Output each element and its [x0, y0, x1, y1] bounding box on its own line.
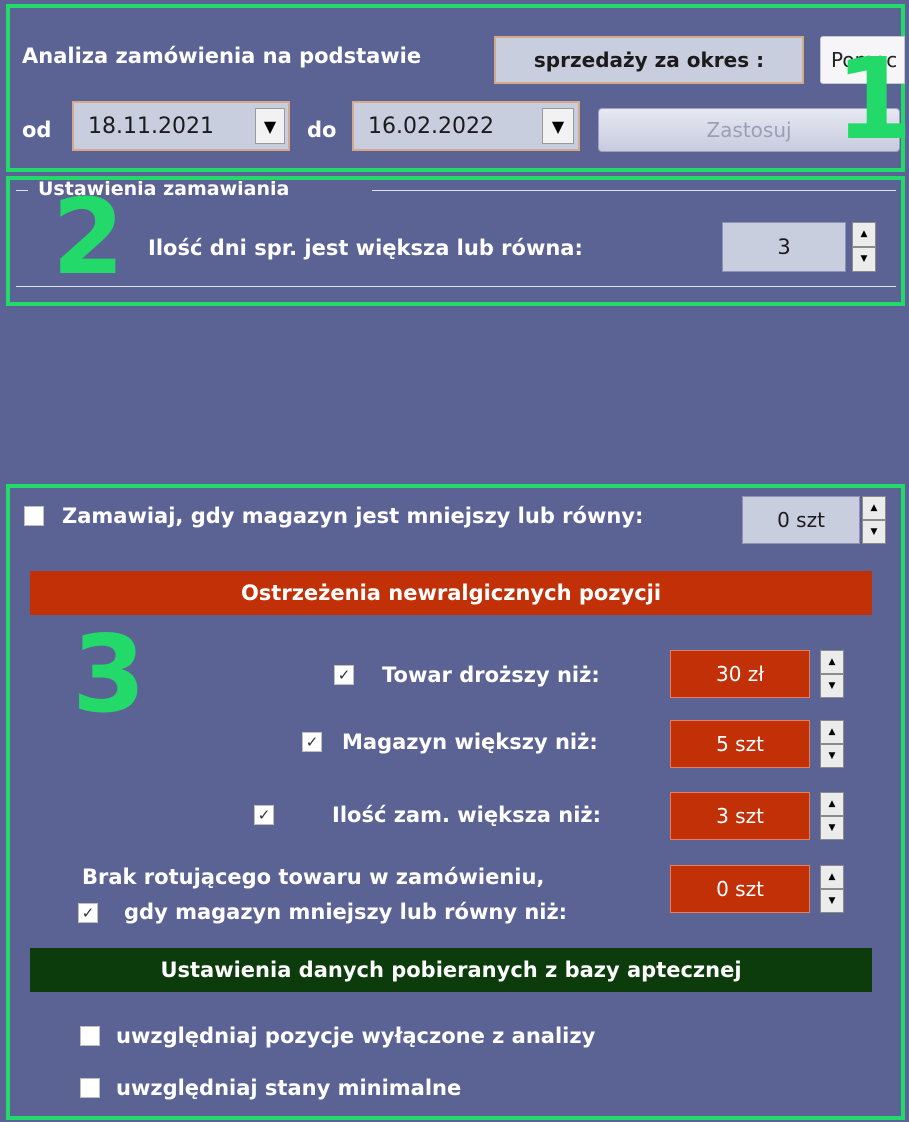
warning-stock-spinner[interactable]: ▲ ▼ [820, 720, 844, 768]
from-date-dropdown-icon[interactable]: ▼ [255, 108, 285, 144]
to-date-dropdown-icon[interactable]: ▼ [542, 108, 574, 144]
warning-order-qty-checkbox[interactable]: ✓ [254, 805, 274, 825]
warning-no-rotation-spin-down-icon[interactable]: ▼ [820, 889, 844, 913]
order-when-checkbox[interactable] [24, 506, 44, 526]
warning-price-spin-up-icon[interactable]: ▲ [820, 650, 844, 674]
days-label: Ilość dni spr. jest większa lub równa: [148, 236, 583, 260]
warning-stock-spin-up-icon[interactable]: ▲ [820, 720, 844, 744]
warning-no-rotation-label-line1: Brak rotującego towaru w zamówieniu, [82, 865, 545, 889]
warning-no-rotation-spinner[interactable]: ▲ ▼ [820, 865, 844, 913]
order-when-spin-down-icon[interactable]: ▼ [862, 520, 886, 544]
days-spinner[interactable]: ▲ ▼ [852, 222, 876, 272]
group-border-top-right [372, 190, 896, 191]
order-when-value: 0 szt [777, 508, 825, 532]
db-settings-header-label: Ustawienia danych pobieranych z bazy apt… [160, 958, 742, 982]
to-label: do [307, 118, 337, 142]
warning-price-spin-down-icon[interactable]: ▼ [820, 674, 844, 698]
period-label: sprzedaży za okres : [533, 48, 765, 72]
warnings-header-label: Ostrzeżenia newralgicznych pozycji [240, 581, 662, 605]
from-date-value: 18.11.2021 [88, 113, 214, 139]
group-border-bottom [16, 286, 896, 287]
section-3-number: 3 [72, 613, 146, 736]
warning-no-rotation-field[interactable]: 0 szt [670, 865, 810, 913]
warning-order-qty-label: Ilość zam. większa niż: [332, 803, 602, 827]
analysis-label: Analiza zamówienia na podstawie [22, 44, 422, 68]
warning-stock-checkbox[interactable]: ✓ [302, 732, 322, 752]
warning-order-qty-field[interactable]: 3 szt [670, 792, 810, 840]
warning-stock-value: 5 szt [716, 732, 764, 756]
db-option-excluded-label: uwzględniaj pozycje wyłączone z analizy [116, 1024, 596, 1048]
warning-order-qty-spin-down-icon[interactable]: ▼ [820, 816, 844, 840]
warning-no-rotation-checkbox[interactable]: ✓ [78, 903, 98, 923]
db-option-minimal-stock-checkbox[interactable] [80, 1078, 100, 1098]
order-when-spin-up-icon[interactable]: ▲ [862, 496, 886, 520]
apply-button-label: Zastosuj [706, 118, 792, 142]
warning-price-label: Towar droższy niż: [382, 663, 600, 687]
order-when-label: Zamawiaj, gdy magazyn jest mniejszy lub … [62, 504, 644, 528]
days-value: 3 [777, 235, 791, 259]
days-spin-up-icon[interactable]: ▲ [852, 222, 876, 247]
days-field[interactable]: 3 [722, 222, 846, 272]
warning-price-checkbox[interactable]: ✓ [334, 665, 354, 685]
section-1-number: 1 [835, 35, 909, 165]
warning-order-qty-spin-up-icon[interactable]: ▲ [820, 792, 844, 816]
warning-stock-field[interactable]: 5 szt [670, 720, 810, 768]
db-option-minimal-stock-label: uwzględniaj stany minimalne [116, 1076, 462, 1100]
warning-no-rotation-label-line2: gdy magazyn mniejszy lub równy niż: [124, 900, 568, 924]
warning-order-qty-spinner[interactable]: ▲ ▼ [820, 792, 844, 840]
db-option-excluded-checkbox[interactable] [80, 1026, 100, 1046]
warning-order-qty-value: 3 szt [716, 804, 764, 828]
warning-price-field[interactable]: 30 zł [670, 650, 810, 698]
to-date-value: 16.02.2022 [368, 113, 494, 139]
period-label-box: sprzedaży za okres : [494, 36, 804, 84]
section-2-number: 2 [52, 176, 125, 298]
from-label: od [22, 118, 52, 142]
warnings-header: Ostrzeżenia newralgicznych pozycji [30, 571, 872, 615]
days-spin-down-icon[interactable]: ▼ [852, 247, 876, 272]
warning-stock-label: Magazyn większy niż: [342, 730, 598, 754]
warning-price-spinner[interactable]: ▲ ▼ [820, 650, 844, 698]
warning-stock-spin-down-icon[interactable]: ▼ [820, 744, 844, 768]
group-border-top-left [16, 190, 28, 191]
order-when-field[interactable]: 0 szt [742, 496, 860, 544]
order-when-spinner[interactable]: ▲ ▼ [862, 496, 886, 544]
warning-price-value: 30 zł [716, 662, 764, 686]
db-settings-header: Ustawienia danych pobieranych z bazy apt… [30, 948, 872, 992]
warning-no-rotation-spin-up-icon[interactable]: ▲ [820, 865, 844, 889]
warning-no-rotation-value: 0 szt [716, 877, 764, 901]
